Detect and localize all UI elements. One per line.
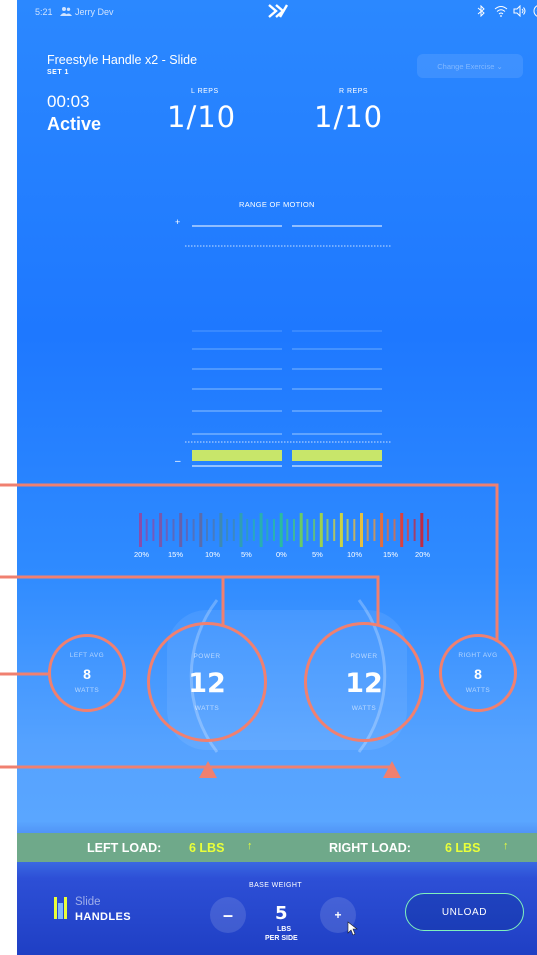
balance-bar: [152, 519, 155, 541]
balance-bar: [273, 519, 275, 541]
balance-bar: [192, 519, 195, 541]
right-load-label: RIGHT LOAD:: [329, 841, 411, 855]
balance-bar: [406, 519, 409, 541]
balance-bar: [206, 519, 208, 541]
balance-bar: [252, 519, 255, 541]
right-power-unit: WATTS: [351, 704, 377, 712]
increase-weight-button[interactable]: +: [320, 897, 356, 933]
left-load-up-arrow-icon: ↑: [247, 840, 253, 852]
balance-bar: [286, 519, 289, 541]
balance-scale-bars: [139, 513, 429, 547]
unload-button[interactable]: UNLOAD: [405, 893, 524, 931]
balance-bar: [393, 519, 396, 541]
balance-bar: [386, 519, 389, 541]
balance-label: 10%: [205, 550, 221, 559]
balance-bar: [420, 513, 424, 547]
rom-guides: [185, 225, 392, 467]
balance-bar: [400, 513, 404, 547]
base-weight-value: 5: [275, 903, 288, 924]
balance-bar: [226, 519, 229, 541]
left-power-unit: WATTS: [194, 704, 220, 712]
base-weight-per-side: PER SIDE: [265, 935, 298, 942]
base-weight-unit: LBS: [277, 926, 291, 933]
balance-bar: [185, 519, 188, 541]
right-load-value: 6 LBS: [445, 841, 481, 855]
balance-bar: [139, 513, 142, 547]
right-power-value: 12: [345, 667, 383, 699]
handles-icon: [54, 897, 67, 919]
balance-bar: [319, 513, 323, 547]
balance-bar: [172, 519, 175, 541]
balance-bar: [239, 513, 243, 547]
balance-bar: [246, 519, 249, 541]
left-power-gauge: POWER 12 WATTS: [147, 622, 267, 742]
balance-label: 5%: [312, 550, 323, 559]
left-rom-fill: [192, 450, 282, 461]
range-of-motion-graph: [139, 225, 429, 753]
left-load-value: 6 LBS: [189, 841, 225, 855]
balance-bar: [333, 519, 336, 541]
balance-bar: [299, 513, 303, 547]
balance-label: 0%: [276, 550, 287, 559]
balance-bar: [259, 513, 263, 547]
right-power-label: POWER: [350, 652, 378, 660]
balance-label: 20%: [134, 550, 150, 559]
app-screen: 5:21 Jerry Dev Freestyle Handle x2 - Sli…: [17, 0, 537, 955]
balance-bar: [219, 513, 223, 547]
balance-label: 15%: [168, 550, 184, 559]
balance-bar: [293, 519, 295, 541]
left-avg-unit: WATTS: [74, 687, 100, 694]
left-power-label: POWER: [193, 652, 221, 660]
mode-type: HANDLES: [75, 911, 131, 923]
balance-label: 10%: [347, 550, 363, 559]
balance-bar: [326, 519, 329, 541]
right-avg-gauge: RIGHT AVG 8 WATTS: [439, 634, 517, 712]
left-power-value: 12: [188, 667, 226, 699]
balance-bar: [145, 519, 148, 541]
balance-bar: [212, 519, 215, 541]
balance-bar: [366, 519, 369, 541]
balance-label: 15%: [383, 550, 399, 559]
load-bar: LEFT LOAD: 6 LBS ↑ RIGHT LOAD: 6 LBS ↑: [17, 833, 537, 862]
left-avg-gauge: LEFT AVG 8 WATTS: [48, 634, 126, 712]
balance-bar: [413, 519, 416, 541]
balance-bar: [179, 513, 183, 547]
right-rom-fill: [292, 450, 382, 461]
right-avg-value: 8: [474, 666, 482, 682]
right-avg-label: RIGHT AVG: [458, 652, 498, 659]
balance-bar: [165, 519, 168, 541]
balance-bar: [232, 519, 235, 541]
balance-bar: [306, 519, 309, 541]
right-avg-unit: WATTS: [465, 687, 491, 694]
right-power-gauge: POWER 12 WATTS: [304, 622, 424, 742]
balance-bar: [266, 519, 269, 541]
decrease-weight-button[interactable]: –: [210, 897, 246, 933]
balance-bar: [339, 513, 343, 547]
balance-bar: [313, 519, 316, 541]
balance-bar: [380, 513, 384, 547]
right-load-up-arrow-icon: ↑: [503, 840, 509, 852]
balance-label: 5%: [241, 550, 252, 559]
balance-bar: [346, 519, 349, 541]
left-avg-label: LEFT AVG: [69, 652, 105, 659]
balance-label: 20%: [415, 550, 431, 559]
balance-bar: [360, 513, 363, 547]
balance-bar: [353, 519, 356, 541]
balance-bar: [159, 513, 163, 547]
left-load-label: LEFT LOAD:: [87, 841, 162, 855]
balance-bar: [373, 519, 376, 541]
balance-bar: [199, 513, 203, 547]
base-weight-label: BASE WEIGHT: [249, 882, 303, 889]
rom-ghost-lines: [192, 330, 382, 435]
balance-bar: [427, 519, 429, 541]
balance-bar: [279, 513, 283, 547]
left-avg-value: 8: [83, 666, 91, 682]
mode-name: Slide: [75, 896, 101, 908]
